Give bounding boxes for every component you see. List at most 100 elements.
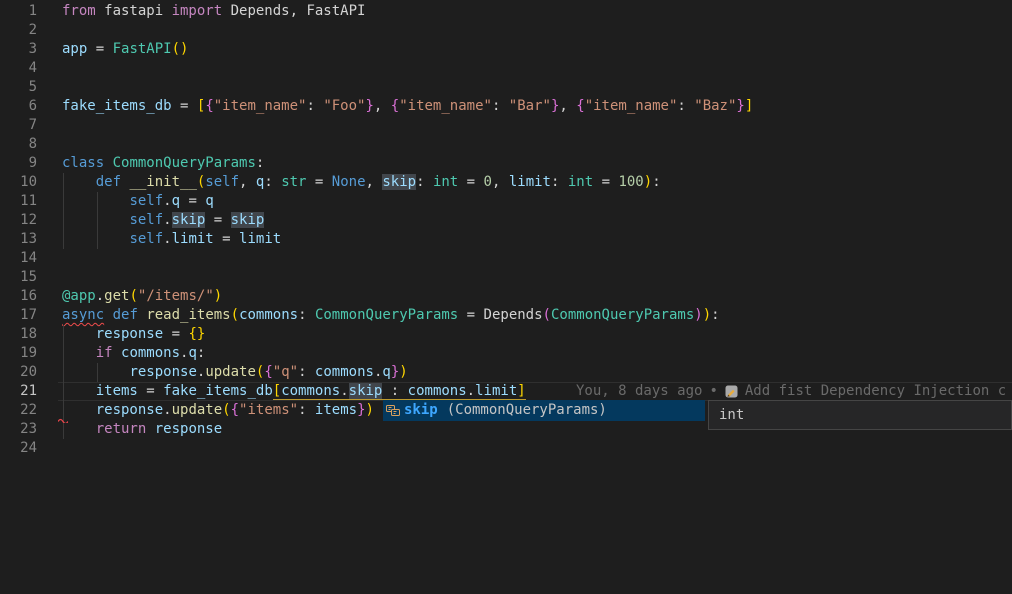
- line-number[interactable]: 19: [0, 344, 37, 363]
- token: ,: [492, 174, 509, 190]
- code-line[interactable]: 16@app.get("/items/"): [0, 287, 1012, 306]
- token: [104, 155, 112, 171]
- code-line[interactable]: 19 if commons.q:: [0, 344, 1012, 363]
- line-number[interactable]: 10: [0, 173, 37, 192]
- token: items: [96, 383, 138, 399]
- code-line[interactable]: 1from fastapi import Depends, FastAPI: [0, 2, 1012, 21]
- token: [62, 212, 129, 228]
- code-line[interactable]: 2: [0, 21, 1012, 40]
- token: CommonQueryParams: [315, 307, 458, 323]
- token: :: [652, 174, 660, 190]
- token: fake_items_db: [163, 383, 273, 399]
- token: update: [205, 364, 256, 380]
- line-number[interactable]: 9: [0, 154, 37, 173]
- token: :: [298, 364, 315, 380]
- code-line[interactable]: 11 self.q = q: [0, 192, 1012, 211]
- token: :: [551, 174, 568, 190]
- line-number[interactable]: 22: [0, 401, 37, 420]
- token: (: [129, 288, 137, 304]
- code-line[interactable]: 5: [0, 78, 1012, 97]
- code-line[interactable]: 6fake_items_db = [{"item_name": "Foo"}, …: [0, 97, 1012, 116]
- token: if: [96, 345, 113, 361]
- token: :: [711, 307, 719, 323]
- token: fake_items_db: [62, 98, 172, 114]
- code-line[interactable]: 3app = FastAPI(): [0, 40, 1012, 59]
- token: [62, 364, 129, 380]
- token: @app: [62, 288, 96, 304]
- line-number[interactable]: 4: [0, 59, 37, 78]
- token: .: [467, 383, 475, 400]
- line-number[interactable]: 1: [0, 2, 37, 21]
- suggest-doc-panel: int: [708, 400, 1012, 430]
- line-number[interactable]: 6: [0, 97, 37, 116]
- suggest-item-skip[interactable]: skip (CommonQueryParams): [383, 400, 705, 421]
- line-number[interactable]: 2: [0, 21, 37, 40]
- token: "q": [273, 364, 298, 380]
- line-number[interactable]: 24: [0, 439, 37, 458]
- line-number[interactable]: 21: [0, 382, 37, 401]
- code-line[interactable]: 13 self.limit = limit: [0, 230, 1012, 249]
- code-text: return response: [62, 420, 222, 439]
- code-text: items = fake_items_db[commons.skip : com…: [62, 382, 526, 401]
- line-number[interactable]: 16: [0, 287, 37, 306]
- token: limit: [239, 231, 281, 247]
- token: limit: [475, 383, 517, 400]
- token: commons: [315, 364, 374, 380]
- token: {}: [188, 326, 205, 342]
- token: limit: [509, 174, 551, 190]
- line-number[interactable]: 3: [0, 40, 37, 59]
- token: (: [222, 402, 230, 418]
- code-line[interactable]: 10 def __init__(self, q: str = None, ski…: [0, 173, 1012, 192]
- line-number[interactable]: 12: [0, 211, 37, 230]
- line-number[interactable]: 23: [0, 420, 37, 439]
- token: =: [172, 98, 197, 114]
- token: 100: [618, 174, 643, 190]
- code-line[interactable]: 12 self.skip = skip: [0, 211, 1012, 230]
- line-number[interactable]: 17: [0, 306, 37, 325]
- line-number[interactable]: 5: [0, 78, 37, 97]
- code-line[interactable]: 15: [0, 268, 1012, 287]
- field-icon: [385, 403, 401, 419]
- token: =: [458, 307, 483, 323]
- code-line[interactable]: 8: [0, 135, 1012, 154]
- token: "Bar": [509, 98, 551, 114]
- pencil-icon: [725, 385, 738, 398]
- blame-author-date: You, 8 days ago: [576, 382, 702, 401]
- token: {: [264, 364, 272, 380]
- code-line[interactable]: 9class CommonQueryParams:: [0, 154, 1012, 173]
- line-number[interactable]: 13: [0, 230, 37, 249]
- token: :: [256, 155, 264, 171]
- token: (: [231, 307, 239, 323]
- token: app: [62, 41, 87, 57]
- code-line[interactable]: 14: [0, 249, 1012, 268]
- token: ): [366, 402, 374, 418]
- line-number[interactable]: 11: [0, 192, 37, 211]
- token: {: [231, 402, 239, 418]
- token: ,: [239, 174, 256, 190]
- code-line[interactable]: 24: [0, 439, 1012, 458]
- code-line[interactable]: 17async def read_items(commons: CommonQu…: [0, 306, 1012, 325]
- token: [: [273, 383, 281, 400]
- code-line[interactable]: 7: [0, 116, 1012, 135]
- token: q: [205, 193, 213, 209]
- line-number[interactable]: 15: [0, 268, 37, 287]
- token: q: [172, 193, 180, 209]
- token: "item_name": [399, 98, 492, 114]
- token: limit: [172, 231, 214, 247]
- code-line[interactable]: 20 response.update({"q": commons.q}): [0, 363, 1012, 382]
- token: skip: [172, 212, 206, 228]
- line-number[interactable]: 7: [0, 116, 37, 135]
- token: [62, 231, 129, 247]
- line-number[interactable]: 18: [0, 325, 37, 344]
- line-number[interactable]: 8: [0, 135, 37, 154]
- line-number[interactable]: 20: [0, 363, 37, 382]
- token: :: [306, 98, 323, 114]
- line-number[interactable]: 14: [0, 249, 37, 268]
- code-text: if commons.q:: [62, 344, 205, 363]
- code-line[interactable]: 18 response = {}: [0, 325, 1012, 344]
- token: [62, 174, 96, 190]
- token: =: [163, 326, 188, 342]
- blame-message: Add fist Dependency Injection c: [745, 382, 1006, 401]
- code-line[interactable]: 4: [0, 59, 1012, 78]
- token: [62, 326, 96, 342]
